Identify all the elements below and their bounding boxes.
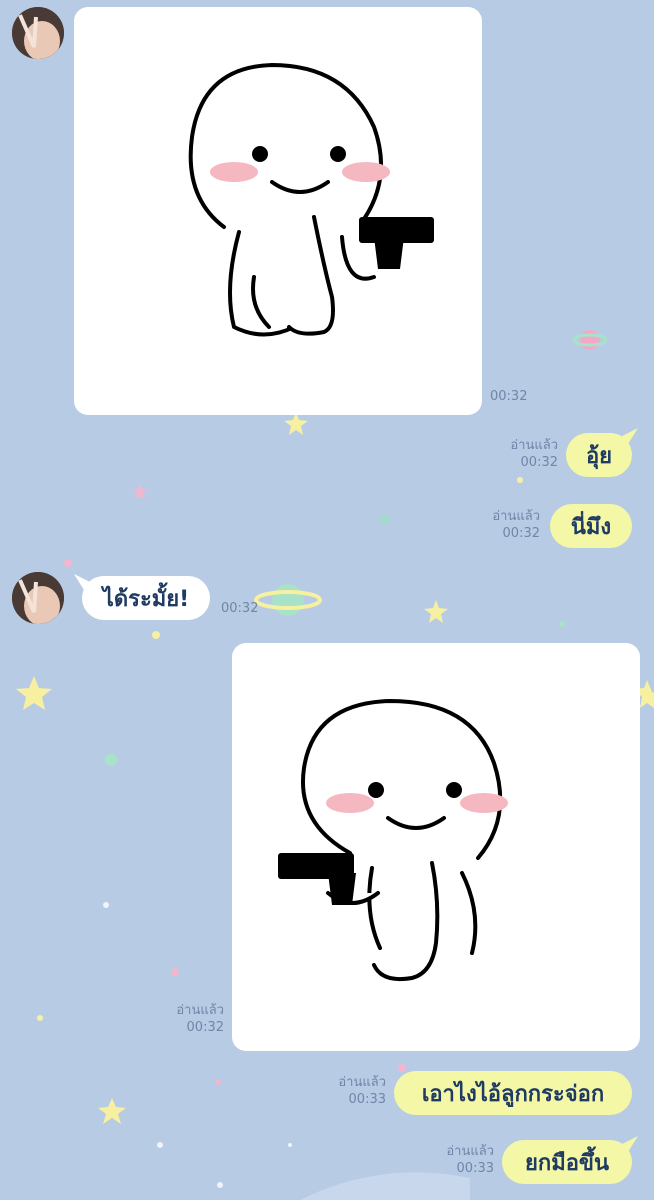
read-receipt: อ่านแล้ว	[176, 1003, 224, 1018]
planet-icon	[572, 330, 608, 350]
sticker-message[interactable]	[232, 643, 640, 1051]
message-meta: อ่านแล้ว 00:32	[176, 1002, 224, 1036]
message-time: 00:32	[186, 1020, 224, 1035]
star-icon	[284, 412, 308, 435]
incoming-message-bubble[interactable]: ได้ระมั้ย!	[82, 576, 210, 620]
bubble-tail	[622, 1136, 638, 1152]
avatar[interactable]	[12, 7, 64, 59]
message-time: 00:32	[221, 601, 259, 616]
message-time: 00:32	[520, 455, 558, 470]
star-icon	[98, 1098, 126, 1124]
message-text: อุ้ย	[585, 443, 613, 469]
message-meta: อ่านแล้ว 00:32	[510, 437, 558, 471]
outgoing-message-bubble[interactable]: นี่มึง	[550, 504, 632, 548]
read-receipt: อ่านแล้ว	[492, 509, 540, 524]
message-text: เอาไงไอ้ลูกกระจ่อก	[421, 1081, 605, 1107]
star-icon	[16, 676, 52, 710]
avatar-photo-icon	[12, 572, 64, 624]
bubble-tail	[622, 428, 638, 444]
message-time: 00:32	[490, 389, 528, 404]
message-meta: อ่านแล้ว 00:32	[492, 508, 540, 542]
message-meta: อ่านแล้ว 00:33	[446, 1143, 494, 1177]
message-meta: อ่านแล้ว 00:33	[338, 1074, 386, 1108]
read-receipt: อ่านแล้ว	[446, 1144, 494, 1159]
read-receipt: อ่านแล้ว	[338, 1075, 386, 1090]
message-time: 00:33	[456, 1161, 494, 1176]
message-text: ยกมือขึ้น	[524, 1150, 609, 1176]
star-icon	[132, 484, 148, 499]
gun-sticker-icon	[278, 699, 508, 982]
message-text: นี่มึง	[570, 514, 612, 540]
avatar[interactable]	[12, 572, 64, 624]
outgoing-message-bubble[interactable]: ยกมือขึ้น	[502, 1140, 632, 1184]
message-time: 00:33	[348, 1092, 386, 1107]
gun-sticker-icon	[188, 63, 434, 337]
planet-icon	[254, 584, 322, 616]
star-icon	[424, 600, 448, 623]
message-time: 00:32	[502, 526, 540, 541]
star-icon	[377, 513, 391, 526]
sticker-message[interactable]	[74, 7, 482, 415]
read-receipt: อ่านแล้ว	[510, 438, 558, 453]
message-text: ได้ระมั้ย!	[102, 586, 190, 612]
outgoing-message-bubble[interactable]: เอาไงไอ้ลูกกระจ่อก	[394, 1071, 632, 1115]
avatar-photo-icon	[12, 7, 64, 59]
